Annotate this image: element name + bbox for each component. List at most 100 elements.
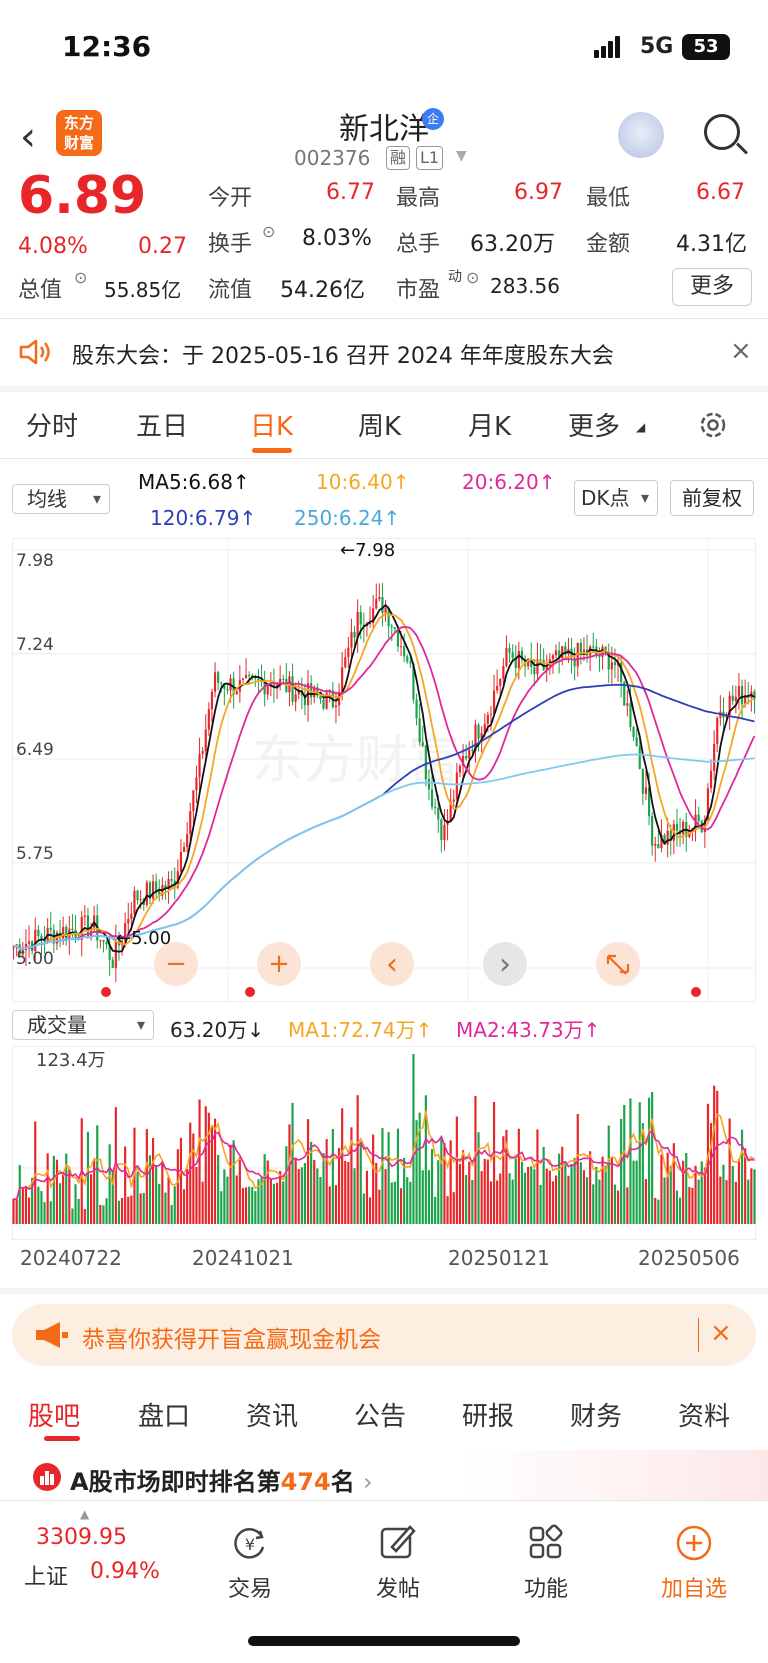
kline-chart[interactable]: 东方财富 7.987.246.495.755.00 ←7.98 ←5.00 − …: [12, 538, 756, 1002]
candle-body: [635, 737, 638, 747]
event-dot[interactable]: [101, 987, 111, 997]
promo-banner[interactable]: 恭喜你获得开盲盒赢现金机会 ×: [12, 1304, 756, 1366]
volume-bar: [40, 1191, 43, 1224]
volume-bar: [300, 1167, 303, 1224]
volume-chart[interactable]: 123.4万: [12, 1046, 756, 1240]
post-button[interactable]: 发帖: [338, 1523, 458, 1603]
close-icon[interactable]: ×: [730, 336, 752, 366]
tab-five-day[interactable]: 五日: [136, 406, 188, 443]
volume-selector[interactable]: 成交量: [12, 1010, 154, 1040]
candle-body: [409, 661, 412, 664]
volume-bar: [89, 1174, 93, 1224]
tab-weekly-k[interactable]: 周K: [358, 406, 401, 443]
pe-dynamic-sup: 动: [448, 269, 462, 285]
high-value: 6.97: [514, 180, 563, 205]
index-value[interactable]: 3309.95: [36, 1525, 127, 1550]
tab-daily-k[interactable]: 日K: [250, 406, 293, 443]
event-dot[interactable]: [691, 987, 701, 997]
volume-bar: [443, 1143, 446, 1224]
volume-bar: [409, 1181, 412, 1224]
tab-more[interactable]: 更多: [568, 406, 620, 443]
volume-bar: [551, 1181, 555, 1224]
volume-bar: [378, 1189, 381, 1224]
candle-body: [610, 662, 613, 670]
ma20-value: 20:6.20↑: [462, 470, 556, 494]
dk-point-button[interactable]: DK点: [574, 480, 658, 516]
enterprise-badge: 企: [422, 108, 444, 130]
candle-body: [486, 714, 489, 724]
candle-body: [139, 899, 142, 901]
stock-header: ‹ 东方 财富 新北洋 企 002376 融 L1 ▼: [0, 96, 768, 176]
stock-code: 002376: [294, 146, 371, 170]
candle-body: [170, 879, 173, 881]
tab-financials[interactable]: 财务: [570, 1396, 622, 1433]
volume-axis-max: 123.4万: [36, 1050, 106, 1071]
zoom-out-icon: −: [165, 949, 187, 979]
search-icon[interactable]: [704, 114, 740, 150]
price-tick-label: 7.24: [16, 635, 54, 655]
chevron-down-icon[interactable]: ▼: [456, 148, 467, 164]
volume-bar: [217, 1154, 220, 1224]
robot-assistant-icon[interactable]: [618, 112, 664, 158]
ma-selector[interactable]: 均线: [12, 484, 110, 514]
more-button[interactable]: 更多: [672, 268, 752, 306]
info-icon[interactable]: ⊙: [466, 268, 479, 287]
tab-profile[interactable]: 资料: [678, 1396, 730, 1433]
adjust-price-button[interactable]: 前复权: [670, 480, 754, 516]
info-icon[interactable]: ⊙: [74, 268, 87, 287]
volume-bar: [365, 1170, 369, 1224]
volume-current: 63.20万↓: [170, 1018, 265, 1042]
candle-body: [217, 672, 220, 683]
candle-body: [629, 703, 632, 728]
price-tick-label: 5.00: [16, 949, 54, 969]
tab-news[interactable]: 资讯: [246, 1396, 298, 1433]
tab-forum[interactable]: 股吧: [28, 1396, 80, 1433]
info-icon[interactable]: ⊙: [262, 222, 275, 241]
volume-bar: [570, 1165, 573, 1224]
candle-body: [731, 695, 734, 702]
candle-body: [65, 926, 68, 940]
functions-button[interactable]: 功能: [486, 1523, 606, 1603]
volume-bar: [269, 1179, 272, 1224]
volume-bar: [471, 1179, 474, 1224]
volume-bar: [421, 1170, 424, 1224]
tab-handicap[interactable]: 盘口: [138, 1396, 190, 1433]
add-watchlist-button[interactable]: 加自选: [634, 1523, 754, 1603]
volume-bar: [167, 1176, 170, 1224]
candle-body: [579, 642, 582, 653]
promo-text: 恭喜你获得开盲盒赢现金机会: [82, 1327, 381, 1353]
event-dot[interactable]: [245, 987, 255, 997]
volume-bar: [244, 1187, 248, 1224]
market-rank-banner[interactable]: A股市场即时排名第474名 ›: [0, 1450, 768, 1500]
index-name[interactable]: 上证: [24, 1559, 68, 1591]
settings-gear-icon[interactable]: [696, 408, 730, 442]
trade-button[interactable]: ¥ 交易: [190, 1523, 310, 1603]
post-label: 发帖: [375, 1577, 420, 1602]
candle-body: [145, 882, 148, 905]
candle-body: [697, 814, 700, 822]
candle-body: [551, 655, 555, 660]
tab-announcements[interactable]: 公告: [354, 1396, 406, 1433]
volume-bar: [734, 1181, 737, 1224]
volume-bar: [430, 1149, 434, 1224]
ma5-value: MA5:6.68↑: [138, 470, 250, 494]
candle-body: [427, 779, 431, 790]
volume-bar: [616, 1190, 620, 1224]
volume-bar: [440, 1137, 443, 1224]
candle-body: [353, 631, 356, 638]
fullscreen-button[interactable]: [596, 942, 640, 986]
volume-bar: [486, 1159, 489, 1224]
close-icon[interactable]: ×: [710, 1318, 732, 1348]
candle-body: [127, 918, 130, 924]
volume-bar: [359, 1141, 362, 1224]
volume-ma2: MA2:43.73万↑: [456, 1018, 601, 1042]
tab-intraday[interactable]: 分时: [26, 406, 78, 443]
notice-bar[interactable]: 股东大会：于 2025-05-16 召开 2024 年年度股东大会 ×: [0, 318, 768, 386]
chevron-right-icon: ›: [363, 1468, 373, 1496]
margin-tag: 融: [386, 146, 411, 170]
tab-research[interactable]: 研报: [462, 1396, 514, 1433]
candle-body: [468, 749, 471, 759]
candle-body: [666, 830, 669, 845]
tab-monthly-k[interactable]: 月K: [468, 406, 511, 443]
candle-body: [455, 772, 458, 800]
